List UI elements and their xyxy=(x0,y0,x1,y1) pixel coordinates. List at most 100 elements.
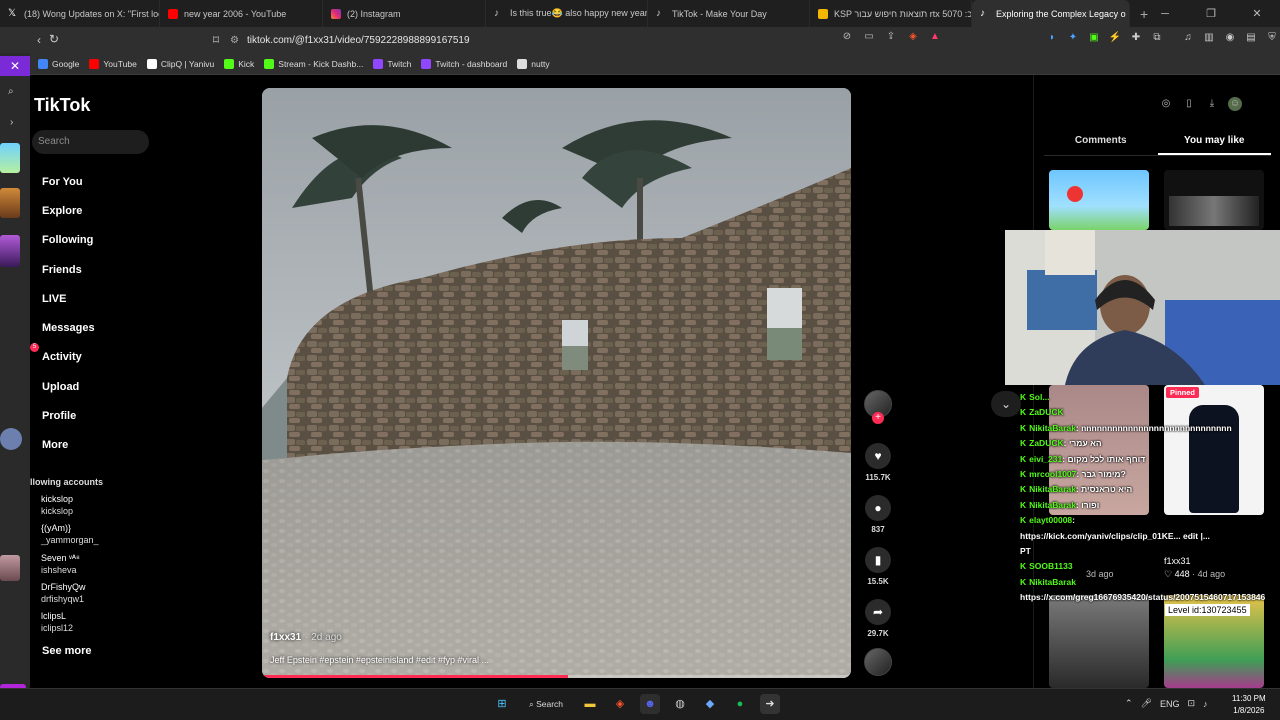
wallet-icon[interactable]: ▤ xyxy=(1244,31,1258,45)
mic-icon[interactable]: 🎤︎ xyxy=(1141,698,1152,709)
bookmark-item[interactable]: Kick xyxy=(224,58,254,69)
download-icon[interactable]: ⤓ xyxy=(1205,97,1219,111)
steam-icon[interactable]: ◍ xyxy=(670,694,690,714)
nav-for-you[interactable]: For You xyxy=(42,167,95,196)
bookmark-item[interactable]: nutty xyxy=(517,58,550,69)
close-window-icon[interactable]: ✕ xyxy=(1234,7,1280,20)
vpn-icon[interactable]: ⛨ xyxy=(1265,31,1279,45)
cast-icon[interactable]: ▭ xyxy=(862,31,876,42)
share-icon[interactable]: ⇪ xyxy=(884,31,898,42)
app-icon[interactable]: ➜ xyxy=(760,694,780,714)
tab-comments[interactable]: Comments xyxy=(1044,132,1158,155)
compass-icon[interactable]: ◎ xyxy=(1159,97,1173,111)
brave-shields-icon[interactable]: ◈ xyxy=(906,31,920,42)
screenshot-icon[interactable]: ⧉ xyxy=(1150,31,1164,45)
side-thumbnail[interactable] xyxy=(0,188,20,218)
bookmark-item[interactable]: Twitch - dashboard xyxy=(421,58,507,69)
taskbar-search[interactable]: ⌕ Search xyxy=(522,694,570,714)
bookmark-item[interactable]: Stream - Kick Dashb... xyxy=(264,58,363,69)
site-info-icon[interactable]: ⚙ xyxy=(230,35,239,46)
url-text[interactable]: tiktok.com/@f1xx31/video/759222898889916… xyxy=(247,35,470,46)
nav-more[interactable]: More xyxy=(42,431,95,460)
phone-icon[interactable]: ▯ xyxy=(1182,97,1196,111)
recommended-thumbnail[interactable] xyxy=(1049,170,1149,230)
maximize-icon[interactable]: ❐ xyxy=(1188,7,1234,20)
video-progress-bar[interactable] xyxy=(262,675,851,678)
tracking-off-icon[interactable]: ⊘ xyxy=(840,31,854,42)
clock[interactable]: 11:30 PM 1/8/2026 xyxy=(1232,693,1266,717)
extension-icon[interactable]: ▣ xyxy=(1087,31,1101,45)
sidebar-icon[interactable]: ▥ xyxy=(1202,31,1216,45)
tiktok-logo[interactable]: TikTok xyxy=(34,95,90,116)
video-caption[interactable]: Jeff Epstein #epstein #epsteinisland #ed… xyxy=(270,655,489,665)
discord-icon[interactable]: ☻ xyxy=(640,694,660,714)
browser-tab[interactable]: ♪ TikTok - Make Your Day xyxy=(648,0,810,27)
nav-explore[interactable]: Explore xyxy=(42,196,95,225)
nav-profile[interactable]: Profile xyxy=(42,401,95,430)
app-icon[interactable]: ◆ xyxy=(700,694,720,714)
windows-start-icon[interactable]: ⊞ xyxy=(492,694,512,714)
bookmark-item[interactable]: Twitch xyxy=(373,58,411,69)
nav-activity[interactable]: Activity xyxy=(42,343,95,372)
file-explorer-icon[interactable]: ▬ xyxy=(580,694,600,714)
see-more-link[interactable]: See more xyxy=(42,645,92,657)
sound-avatar[interactable] xyxy=(862,648,894,676)
like-button[interactable]: ♥ 115.7K xyxy=(862,443,894,482)
puzzle-icon[interactable]: ✚ xyxy=(1129,31,1143,45)
bookmark-item[interactable]: ClipQ | Yanivu xyxy=(146,58,214,69)
nav-live[interactable]: LIVE xyxy=(42,284,95,313)
share-button[interactable]: ➦ 29.7K xyxy=(862,599,894,638)
chevron-up-icon[interactable]: ⌃ xyxy=(1125,698,1133,709)
browser-tab[interactable]: new year 2006 - YouTube xyxy=(160,0,323,27)
recommended-thumbnail[interactable] xyxy=(1049,595,1149,688)
side-thumbnail[interactable] xyxy=(0,555,20,581)
bookmark-icon[interactable]: ⌑ xyxy=(205,33,227,47)
brave-rewards-icon[interactable]: ▲ xyxy=(928,31,942,42)
recommended-thumbnail[interactable] xyxy=(1164,170,1264,230)
profile-icon[interactable]: ◉ xyxy=(1223,31,1237,45)
nav-messages[interactable]: Messages xyxy=(42,313,95,342)
tab-you-may-like[interactable]: You may like xyxy=(1157,132,1271,155)
search-icon[interactable]: ⌕ xyxy=(8,86,14,97)
reload-icon[interactable]: ↻ xyxy=(43,32,65,46)
browser-tab[interactable]: KSP תוצאות חיפוש עבור rtx 5070 :כ xyxy=(810,0,972,27)
creator-avatar[interactable]: + xyxy=(862,390,894,424)
extension-icon[interactable]: ◗ xyxy=(1045,31,1059,45)
browser-tab[interactable]: 𝕏 (18) Wong Updates on X: "First look xyxy=(0,0,160,27)
following-account[interactable]: Seven ᵛᴬ⁸ ishsheva xyxy=(41,553,80,576)
network-icon[interactable]: ⊡ xyxy=(1188,698,1196,709)
media-icon[interactable]: ♫ xyxy=(1181,31,1195,45)
search-input[interactable]: Search xyxy=(32,130,149,154)
nav-upload[interactable]: Upload xyxy=(42,372,95,401)
following-account[interactable]: DrFishyQw drfishyqw1 xyxy=(41,582,86,605)
browser-tab[interactable]: ♪ Is this true😂 also happy new years xyxy=(486,0,648,27)
follow-plus-icon[interactable]: + xyxy=(872,412,884,424)
volume-icon[interactable]: ♪ xyxy=(1203,699,1208,709)
minimize-icon[interactable]: ─ xyxy=(1142,8,1188,20)
side-avatar[interactable] xyxy=(0,428,22,450)
video-player[interactable]: f1xx31 · 2d ago Jeff Epstein #epstein #ep… xyxy=(262,88,851,678)
bookmark-item[interactable]: YouTube xyxy=(89,58,137,69)
bookmark-item[interactable]: Google xyxy=(38,58,79,69)
language-indicator[interactable]: ENG xyxy=(1160,699,1180,709)
comment-button[interactable]: ● 837 xyxy=(862,495,894,534)
following-account[interactable]: lclipsL iclipsl12 xyxy=(41,611,73,634)
save-button[interactable]: ▮ 15.5K xyxy=(862,547,894,586)
close-panel-icon[interactable]: ✕ xyxy=(0,56,30,76)
side-thumbnail[interactable] xyxy=(0,235,20,267)
brave-browser-icon[interactable]: ◈ xyxy=(610,694,630,714)
nav-following[interactable]: Following xyxy=(42,226,95,255)
following-account[interactable]: {(yAm)} _yammorgan_ xyxy=(41,523,99,546)
browser-tab-active[interactable]: ♪Exploring the Complex Legacy o✕ xyxy=(972,0,1130,27)
nav-friends[interactable]: Friends xyxy=(42,255,95,284)
extension-icon[interactable]: ⚡ xyxy=(1108,31,1122,45)
profile-avatar-icon[interactable]: ☺ xyxy=(1228,97,1242,111)
scroll-down-button[interactable]: ⌄ xyxy=(991,391,1021,417)
extension-icon[interactable]: ✦ xyxy=(1066,31,1080,45)
spotify-icon[interactable]: ● xyxy=(730,694,750,714)
chevron-right-icon[interactable]: › xyxy=(10,117,13,128)
following-account[interactable]: kickslop kickslop xyxy=(41,494,73,517)
video-author[interactable]: f1xx31 · 2d ago xyxy=(270,632,342,643)
browser-tab[interactable]: (2) Instagram xyxy=(323,0,486,27)
side-thumbnail[interactable] xyxy=(0,143,20,173)
